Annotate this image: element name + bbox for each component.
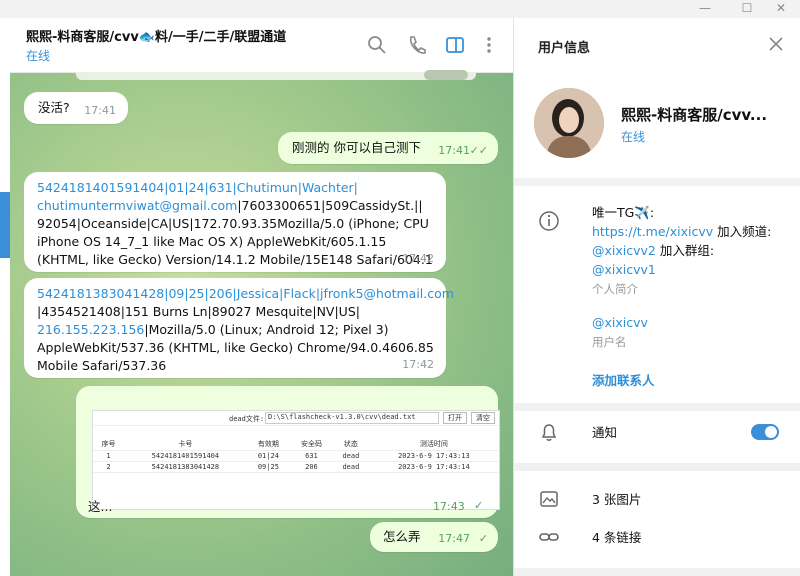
username-link[interactable]: @xixicvv [592,315,648,330]
section-divider [514,463,800,471]
section-divider [514,403,800,411]
message-text-fragment: |4354521408|151 Burns Ln|89027 Mesquite|… [37,304,360,319]
links-count[interactable]: 4 条链接 [592,528,792,547]
table-header-row: 序号 卡号 有效期 安全码 状态 测活时间 [93,438,499,451]
bio-block: 唯一TG✈️: https://t.me/xixicvv 加入频道: @xixi… [592,203,792,299]
image-icon [540,491,558,507]
maximize-button[interactable]: ☐ [732,0,762,18]
username-caption: 用户名 [592,335,627,349]
bio-text: 唯一TG✈️: [592,205,655,220]
link-icon [539,533,559,541]
username-block[interactable]: @xixicvv 用户名 [592,313,792,352]
bell-icon [541,424,557,441]
table-row: 1 5424181401591404 01|24 631 dead 2023-6-9 1… [93,450,499,462]
phone-icon[interactable] [406,34,428,56]
photos-count[interactable]: 3 张图片 [592,490,792,509]
section-divider [514,178,800,186]
close-window-button[interactable]: ✕ [766,0,796,18]
message-time: 17:42 [402,358,434,371]
message-link[interactable]: 5424181401591404|01|24|631|Chutimun|Wach… [37,180,358,195]
bio-text: 加入群组: [655,243,715,258]
clear-button: 清空 [471,412,495,424]
attached-screenshot[interactable]: dead文件: D:\S\flashcheck-v1.3.0\cvv\dead.… [92,410,500,510]
message-email-link[interactable]: chutimuntermviwat@gmail.com [37,198,237,213]
message-time: 17:42 [402,252,434,265]
sent-checkmark-icon: ✓ [478,532,488,545]
previous-message-time [424,70,468,80]
message-text: 刚测的 你可以自己测下 [292,140,421,155]
file-path-field: D:\S\flashcheck-v1.3.0\cvv\dead.txt [265,412,439,424]
message-text: 5424181401591404|01|24|631|Chutimun|Wach… [37,179,437,269]
bio-link[interactable]: https://t.me/xixicvv [592,224,713,239]
screenshot-toolbar: dead文件: D:\S\flashcheck-v1.3.0\cvv\dead.… [93,411,499,426]
read-checkmarks-icon: ✓✓ [469,144,488,157]
chat-status: 在线 [26,49,51,63]
user-info-panel: 用户信息 熙熙-料商客服/cvv... 在线 唯一TG✈️: https://t… [513,18,800,576]
message-text: 怎么弄 [383,529,421,544]
message-time: 17:43 [433,500,465,513]
message-time: 17:47 [438,532,470,545]
sent-checkmark-icon: ✓ [474,499,484,512]
bio-link[interactable]: @xixicvv1 [592,262,656,277]
more-menu-icon[interactable] [478,34,500,56]
section-divider [514,568,800,576]
chat-header[interactable]: 熙熙-料商客服/cvv🐟料/一手/二手/联盟通道 在线 [10,18,513,73]
message-time: 17:41 [84,104,116,117]
message-caption: 这... [88,499,113,514]
message-text-fragment: |7603300651|509CassidySt.|| [237,198,423,213]
profile-name: 熙熙-料商客服/cvv... [621,106,768,124]
minimize-button[interactable]: — [690,0,720,18]
notify-toggle[interactable] [751,424,779,440]
close-icon[interactable] [768,36,784,52]
previous-message-edge [76,72,476,80]
message-bubble[interactable]: 5424181401591404|01|24|631|Chutimun|Wach… [24,172,446,272]
table-row: 2 5424181383041428 09|25 206 dead 2023-6-9 1… [93,461,499,473]
open-button: 打开 [443,412,467,424]
add-contact-button[interactable]: 添加联系人 [592,370,655,389]
panel-title: 用户信息 [538,41,591,56]
message-text-fragment: 92054|Oceanside|CA|US|172.70.93.35Mozill… [37,216,433,267]
message-bubble[interactable]: 刚测的 你可以自己测下 17:41 ✓✓ [278,132,498,164]
bio-caption: 个人简介 [592,282,638,296]
avatar-image [534,88,604,158]
bio-text: 加入频道: [713,224,772,239]
message-text: 没活? [38,100,70,115]
message-bubble[interactable]: 没活? 17:41 [24,92,128,124]
left-edge-indicator [0,192,10,258]
sidebar-toggle-icon[interactable] [444,34,466,56]
result-table: 序号 卡号 有效期 安全码 状态 测活时间 1 5424181401591404 01|24… [93,438,499,473]
message-time: 17:41 [438,144,470,157]
bio-link[interactable]: @xixicvv2 [592,243,656,258]
chat-title: 熙熙-料商客服/cvv🐟料/一手/二手/联盟通道 [26,30,287,45]
chat-pane: 熙熙-料商客服/cvv🐟料/一手/二手/联盟通道 在线 没活? 17:41 刚测… [10,18,513,576]
window-titlebar: — ☐ ✕ [0,0,800,18]
file-label: dead文件: [229,415,265,423]
message-link[interactable]: 5424181383041428|09|25|206|Jessica|Flack… [37,286,454,301]
message-ip-link[interactable]: 216.155.223.156 [37,322,144,337]
profile-status: 在线 [621,130,646,144]
info-icon [539,211,559,231]
message-bubble[interactable]: 5424181383041428|09|25|206|Jessica|Flack… [24,278,454,378]
search-icon[interactable] [366,34,388,56]
message-bubble[interactable]: 怎么弄 17:47 ✓ [370,522,498,552]
message-text: 5424181383041428|09|25|206|Jessica|Flack… [37,285,454,375]
avatar[interactable] [534,88,604,158]
